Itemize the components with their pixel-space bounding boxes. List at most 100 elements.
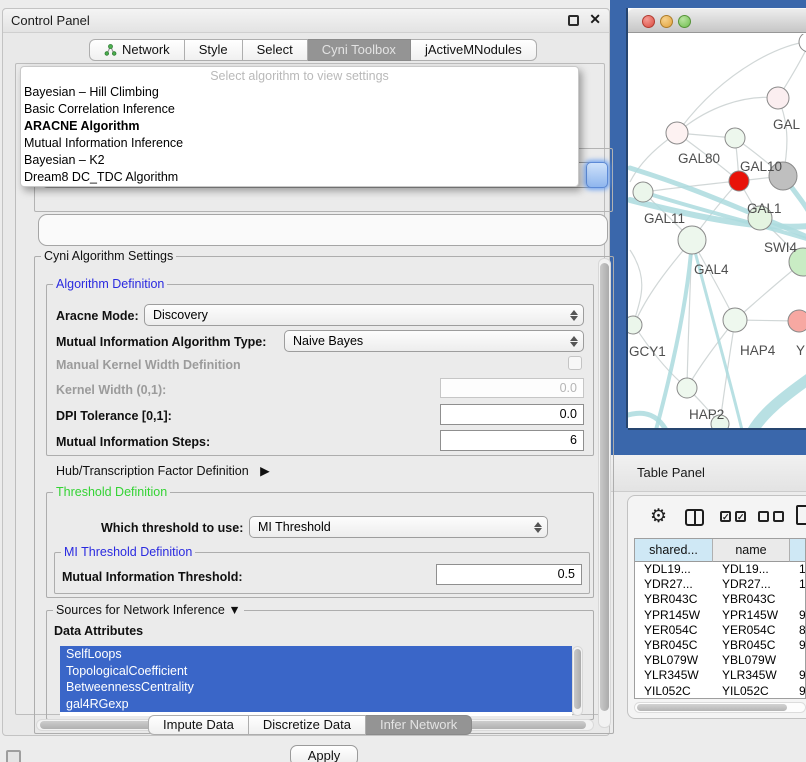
which-threshold-combo[interactable]: MI Threshold xyxy=(249,516,548,538)
network-node-gal10[interactable] xyxy=(725,128,745,148)
attribute-list-scrollbar[interactable] xyxy=(572,646,583,716)
node-label: GAL10 xyxy=(740,159,782,174)
attribute-item[interactable]: BetweennessCentrality xyxy=(60,679,572,696)
attribute-item[interactable]: TopologicalCoefficient xyxy=(60,663,572,680)
table-row[interactable]: YPR145WYPR145W9. xyxy=(635,608,805,623)
tab-style[interactable]: Style xyxy=(185,39,243,61)
aracne-mode-combo[interactable]: Discovery xyxy=(144,304,584,326)
table-row[interactable]: YIL052CYIL052C9. xyxy=(635,684,805,699)
mi-threshold-title: MI Threshold Definition xyxy=(61,545,195,559)
network-view-window: GALGAL80GAL10GAL1GAL11SWI4GAL4GCY1HAP4YH… xyxy=(628,8,806,428)
minimized-panel-icon[interactable] xyxy=(6,750,21,762)
network-window-titlebar[interactable] xyxy=(628,8,806,33)
table-row[interactable]: YER054CYER054C8. xyxy=(635,623,805,638)
select-all-columns-icon[interactable]: ✓✓ xyxy=(720,511,746,522)
mi-type-combo[interactable]: Naive Bayes xyxy=(284,330,584,352)
network-node-gal1[interactable] xyxy=(729,171,749,191)
table-row[interactable]: YBL079WYBL079W xyxy=(635,653,805,668)
network-name-field[interactable] xyxy=(38,214,608,246)
network-node-gal80[interactable] xyxy=(666,122,688,144)
chevron-right-icon: ▶ xyxy=(260,463,270,478)
mi-steps-label: Mutual Information Steps: xyxy=(56,435,210,449)
table-cell: YBL079W xyxy=(713,653,790,668)
column-header[interactable]: shared... xyxy=(635,539,713,562)
algorithm-combo-button[interactable] xyxy=(586,162,608,188)
network-graph[interactable]: GALGAL80GAL10GAL1GAL11SWI4GAL4GCY1HAP4YH… xyxy=(628,34,806,428)
table-row[interactable]: YBR045CYBR045C9. xyxy=(635,638,805,653)
table-horizontal-scrollbar[interactable] xyxy=(634,702,806,713)
export-table-icon[interactable] xyxy=(796,505,806,525)
tab-jactivemnodules[interactable]: jActiveMNodules xyxy=(411,39,537,61)
node-label: GAL80 xyxy=(678,151,720,166)
table-cell xyxy=(790,592,806,607)
manual-kernel-checkbox[interactable] xyxy=(568,356,582,370)
app-screen: GALGAL80GAL10GAL1GAL11SWI4GAL4GCY1HAP4YH… xyxy=(0,0,806,762)
table-cell: YBR043C xyxy=(713,592,790,607)
minimize-traffic-light[interactable] xyxy=(660,15,673,28)
network-canvas[interactable]: GALGAL80GAL10GAL1GAL11SWI4GAL4GCY1HAP4YH… xyxy=(628,34,806,428)
table-cell: YER054C xyxy=(635,623,713,638)
dropdown-item[interactable]: ARACNE Algorithm xyxy=(21,118,578,135)
table-cell: YER054C xyxy=(713,623,790,638)
deselect-all-columns-icon[interactable] xyxy=(758,511,784,522)
network-node-hap4[interactable] xyxy=(723,308,747,332)
zoom-traffic-light[interactable] xyxy=(678,15,691,28)
table-row[interactable]: YLR345WYLR345W9. xyxy=(635,668,805,683)
tab-network[interactable]: Network xyxy=(89,39,185,61)
column-header[interactable]: name xyxy=(713,539,790,562)
settings-vertical-scrollbar[interactable] xyxy=(598,258,611,728)
attribute-item[interactable]: gal4RGexp xyxy=(60,696,572,713)
cyni-bottom-tabs: Impute DataDiscretize DataInfer Network xyxy=(148,715,472,735)
close-traffic-light[interactable] xyxy=(642,15,655,28)
dropdown-item[interactable]: Dream8 DC_TDC Algorithm xyxy=(21,169,578,186)
network-node-gcy1[interactable] xyxy=(628,316,642,334)
dropdown-item[interactable]: Mutual Information Inference xyxy=(21,135,578,152)
mi-threshold-field[interactable]: 0.5 xyxy=(436,564,582,585)
float-window-icon[interactable] xyxy=(568,15,579,26)
table-row[interactable]: YDL19...YDL19...13 xyxy=(635,562,805,577)
table-cell: YPR145W xyxy=(713,608,790,623)
network-node-hap2[interactable] xyxy=(677,378,697,398)
table-cell: YDR27... xyxy=(635,577,713,592)
table-cell: YBL079W xyxy=(635,653,713,668)
kernel-width-label: Kernel Width (0,1): xyxy=(56,383,166,397)
network-node-gal[interactable] xyxy=(767,87,789,109)
close-icon[interactable]: ✕ xyxy=(589,11,601,28)
network-node-gal4[interactable] xyxy=(678,226,706,254)
network-node-y[interactable] xyxy=(788,310,806,332)
split-columns-icon[interactable] xyxy=(685,509,704,526)
column-header[interactable]: A xyxy=(790,539,806,562)
table-cell: YIL052C xyxy=(713,684,790,699)
dropdown-item[interactable]: Bayesian – K2 xyxy=(21,152,578,169)
dropdown-item[interactable]: Bayesian – Hill Climbing xyxy=(21,84,578,101)
threshold-definition-title: Threshold Definition xyxy=(53,485,170,499)
tab-discretize-data[interactable]: Discretize Data xyxy=(249,715,366,735)
table-cell: 8. xyxy=(790,623,806,638)
tab-cyni-toolbox[interactable]: Cyni Toolbox xyxy=(308,39,411,61)
network-edge xyxy=(677,97,778,133)
network-node[interactable] xyxy=(799,34,806,52)
node-label: Y xyxy=(796,343,805,358)
table-row[interactable]: YDR27...YDR27...12 xyxy=(635,577,805,592)
combo-arrows-icon xyxy=(567,310,583,321)
tab-impute-data[interactable]: Impute Data xyxy=(148,715,249,735)
sources-title[interactable]: Sources for Network Inference ▼ xyxy=(53,603,244,617)
mi-threshold-label: Mutual Information Threshold: xyxy=(62,570,243,584)
table-body: YDL19...YDL19...13YDR27...YDR27...12YBR0… xyxy=(635,562,805,699)
tab-select[interactable]: Select xyxy=(243,39,308,61)
hub-definition-expander[interactable]: Hub/Transcription Factor Definition ▶ xyxy=(56,463,270,478)
attribute-item[interactable]: SelfLoops xyxy=(60,646,572,663)
apply-button[interactable]: Apply xyxy=(290,745,358,762)
table-panel-card: ⚙ ✓✓ shared...nameA YDL19...YDL19...13YD… xyxy=(627,495,806,719)
table-cell: YIL052C xyxy=(635,684,713,699)
table-row[interactable]: YBR043CYBR043C xyxy=(635,592,805,607)
kernel-width-field[interactable]: 0.0 xyxy=(440,378,584,398)
gear-icon[interactable]: ⚙ xyxy=(650,507,667,526)
network-node-gal11[interactable] xyxy=(633,182,653,202)
mi-steps-field[interactable]: 6 xyxy=(440,430,584,451)
dpi-tolerance-field[interactable]: 0.0 xyxy=(440,404,584,425)
tab-infer-network[interactable]: Infer Network xyxy=(366,715,472,735)
node-label: GAL4 xyxy=(694,262,729,277)
dropdown-item[interactable]: Basic Correlation Inference xyxy=(21,101,578,118)
node-label: SWI4 xyxy=(764,240,797,255)
